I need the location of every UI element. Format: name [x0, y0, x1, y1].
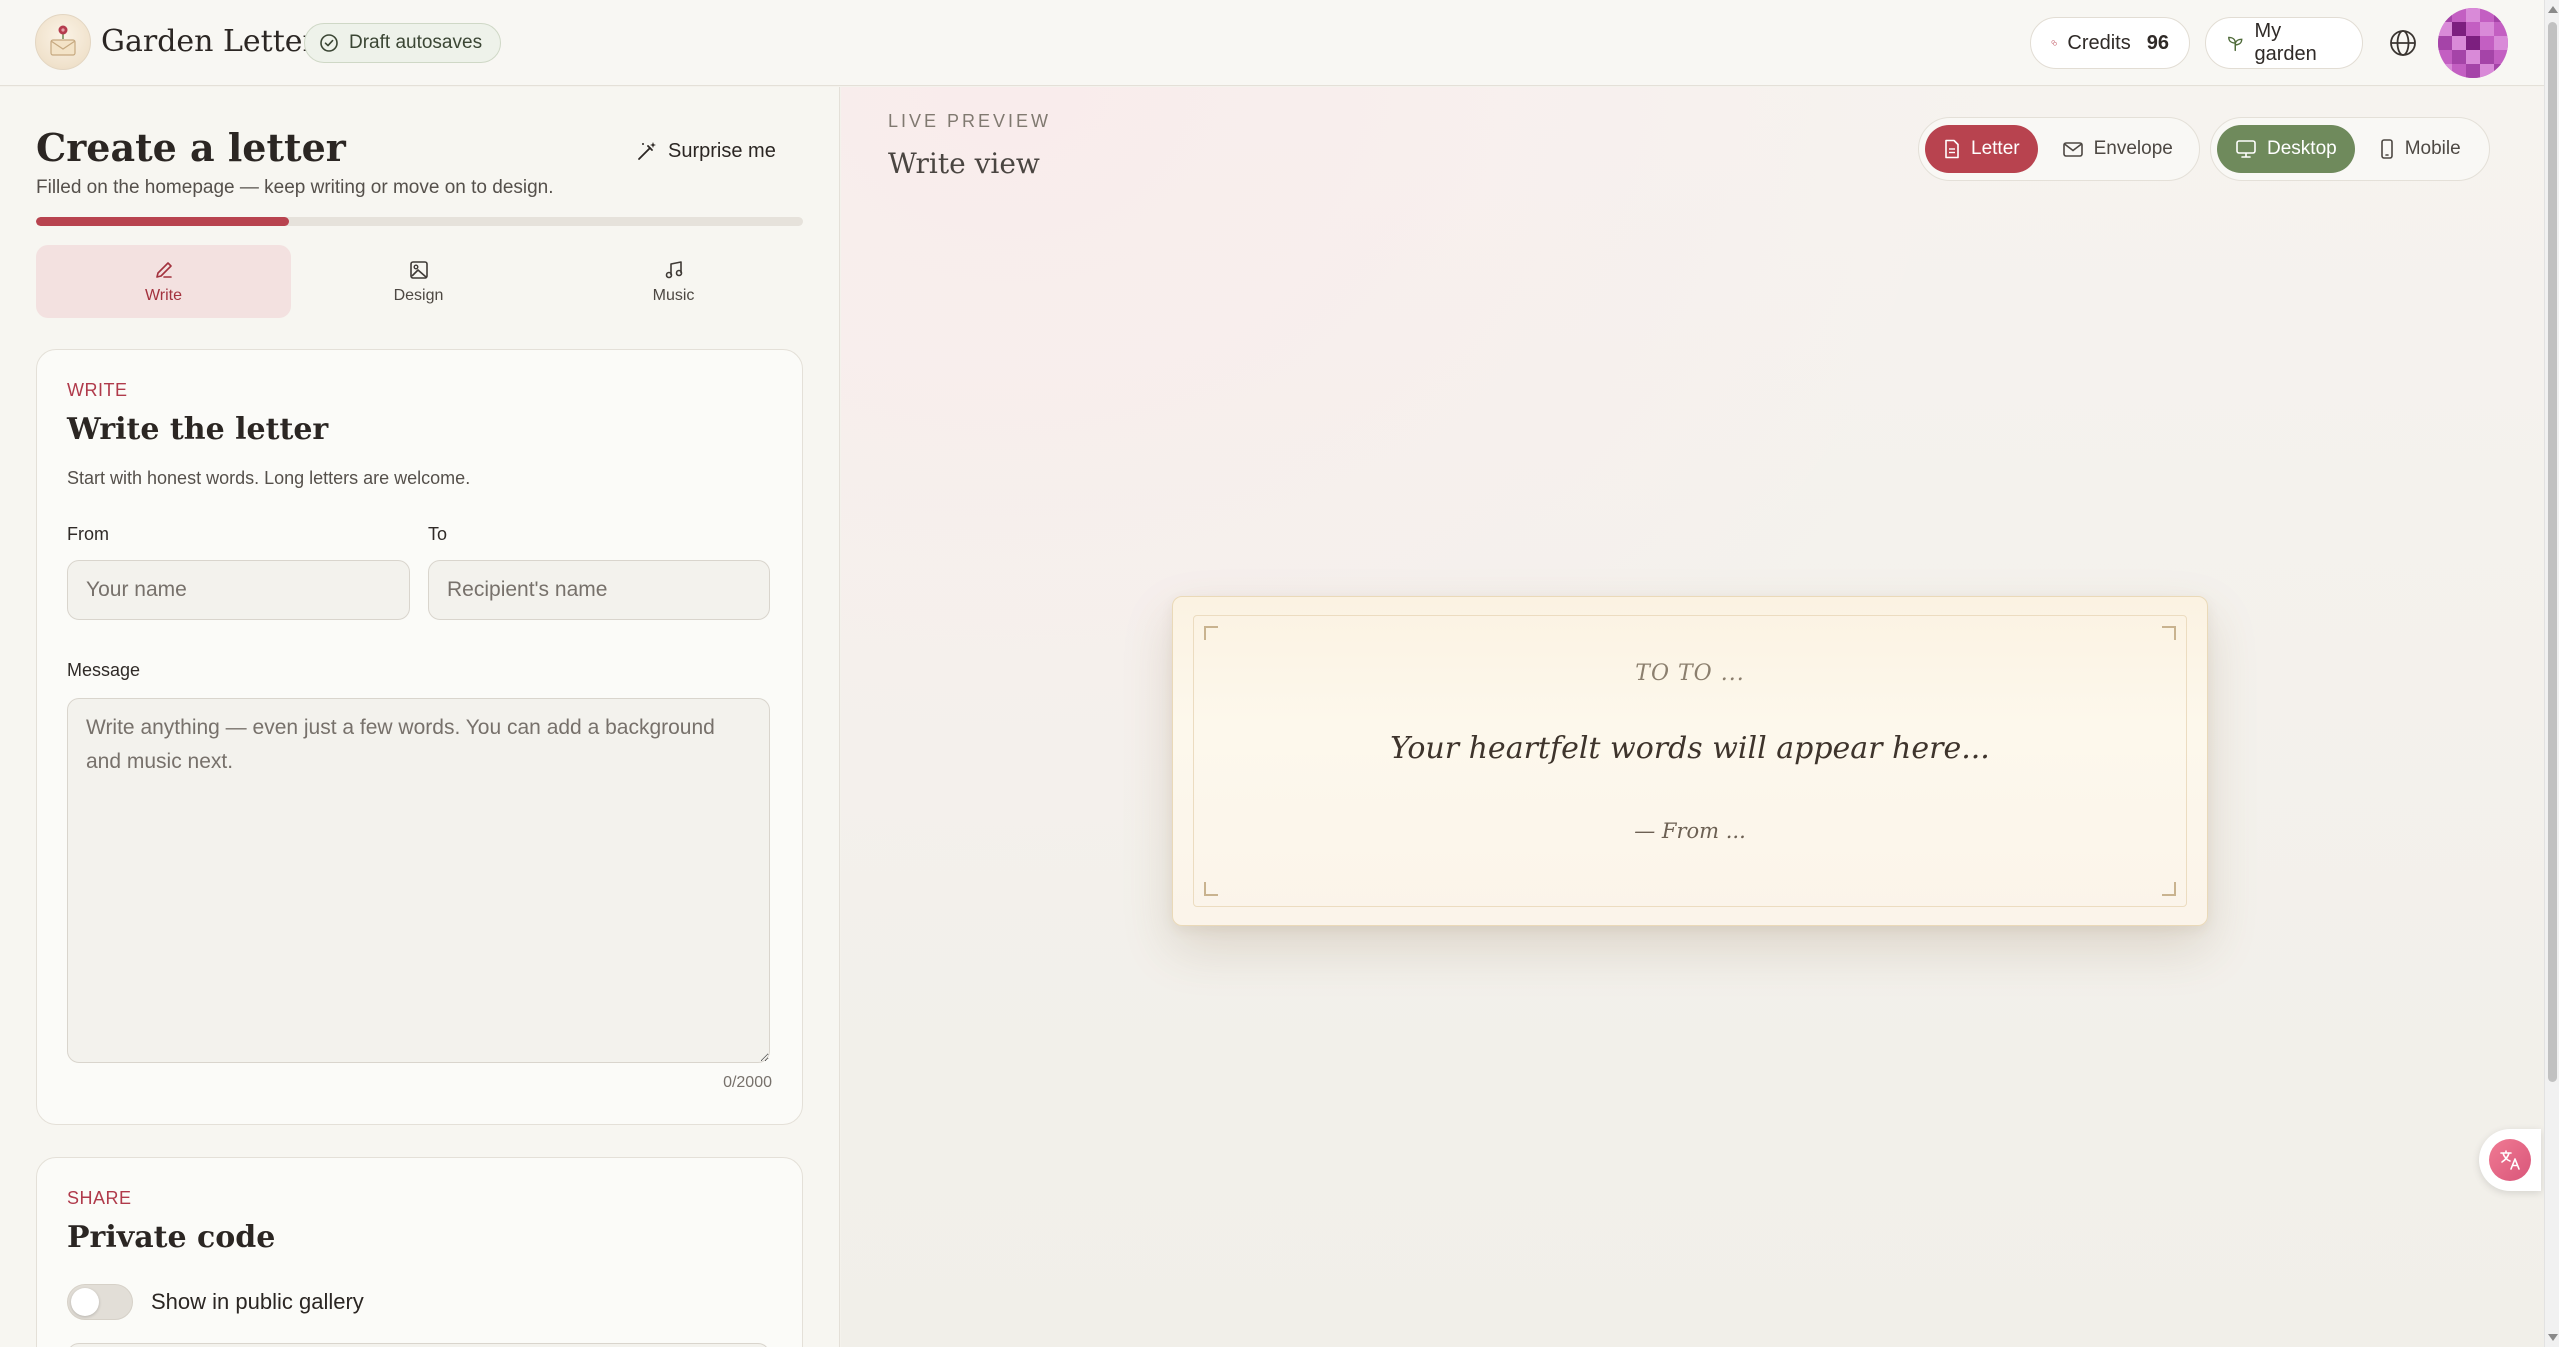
envelope-icon [2062, 142, 2083, 157]
device-toggle-group: Desktop Mobile [2210, 117, 2490, 181]
to-input[interactable] [428, 560, 770, 620]
user-avatar[interactable] [2438, 8, 2508, 78]
envelope-view-button[interactable]: Envelope [2044, 125, 2191, 173]
letter-sender: — From ... [1634, 819, 1746, 843]
top-header: Garden Letters Draft autosaves Credits 9… [0, 0, 2544, 86]
letter-preview-card: TO TO ... Your heartfelt words will appe… [1172, 596, 2208, 926]
write-card: WRITE Write the letter Start with honest… [36, 349, 803, 1125]
public-gallery-toggle[interactable] [67, 1284, 133, 1320]
editor-panel: Create a letter Filled on the homepage —… [0, 87, 840, 1347]
language-globe-icon[interactable] [2386, 26, 2420, 60]
scroll-up-arrow-icon[interactable] [2548, 6, 2558, 13]
surprise-me-label: Surprise me [668, 139, 776, 162]
image-icon [409, 260, 428, 279]
my-garden-button[interactable]: My garden [2205, 17, 2363, 69]
credits-button[interactable]: Credits 96 [2030, 17, 2190, 69]
letter-body: Your heartfelt words will appear here... [1390, 731, 1990, 766]
public-gallery-label: Show in public gallery [151, 1289, 364, 1314]
corner-ornament [1204, 882, 1218, 896]
corner-ornament [2162, 882, 2176, 896]
mobile-label: Mobile [2404, 138, 2461, 159]
tab-design[interactable]: Design [291, 245, 546, 318]
desktop-label: Desktop [2267, 138, 2337, 159]
live-preview-label: LIVE PREVIEW [888, 111, 1052, 131]
phone-icon [2380, 139, 2393, 159]
magic-wand-icon [638, 142, 656, 160]
tab-write-label: Write [144, 286, 183, 304]
music-note-icon [665, 260, 682, 278]
credits-value: 96 [2146, 31, 2169, 54]
to-label: To [428, 524, 448, 544]
sprout-icon [2228, 36, 2243, 52]
coins-icon [2051, 40, 2057, 46]
monitor-icon [2236, 140, 2256, 158]
logo-icon[interactable] [35, 14, 91, 70]
page-scrollbar[interactable] [2544, 0, 2559, 1347]
page-subtitle: Filled on the homepage — keep writing or… [36, 177, 554, 198]
progress-fill [36, 217, 290, 226]
document-icon [1945, 139, 1959, 159]
private-code-field[interactable] [67, 1343, 770, 1347]
editor-tabs: Write Design Music [36, 245, 803, 318]
my-garden-label: My garden [2254, 20, 2317, 65]
write-card-description: Start with honest words. Long letters ar… [67, 468, 471, 488]
message-label: Message [67, 660, 141, 680]
write-card-title: Write the letter [67, 412, 329, 447]
page-title: Create a letter [36, 125, 346, 170]
scroll-thumb[interactable] [2548, 22, 2557, 1082]
tab-music[interactable]: Music [546, 245, 801, 318]
translate-button[interactable] [2479, 1129, 2541, 1191]
brand-name[interactable]: Garden Letters [101, 24, 332, 59]
mobile-device-button[interactable]: Mobile [2361, 125, 2479, 173]
pencil-icon [155, 261, 172, 278]
letter-recipient: TO TO ... [1635, 661, 1745, 686]
check-circle-icon [320, 34, 338, 52]
message-textarea[interactable] [67, 698, 770, 1063]
tab-design-label: Design [393, 286, 444, 304]
draft-badge-label: Draft autosaves [349, 32, 483, 53]
translate-icon [2489, 1139, 2531, 1181]
surprise-me-button[interactable]: Surprise me [636, 131, 776, 171]
tab-music-label: Music [652, 286, 695, 304]
credits-label: Credits [2067, 31, 2131, 54]
corner-ornament [2162, 626, 2176, 640]
share-card: SHARE Private code Show in public galler… [36, 1157, 803, 1347]
desktop-device-button[interactable]: Desktop [2217, 125, 2355, 173]
progress-bar [36, 217, 803, 226]
letter-view-label: Letter [1971, 138, 2020, 159]
from-input[interactable] [67, 560, 410, 620]
share-eyebrow: SHARE [67, 1188, 132, 1208]
envelope-view-label: Envelope [2093, 138, 2173, 159]
write-eyebrow: WRITE [67, 380, 128, 400]
tab-write[interactable]: Write [36, 245, 291, 318]
share-card-title: Private code [67, 1220, 276, 1255]
corner-ornament [1204, 626, 1218, 640]
from-label: From [67, 524, 109, 544]
preview-view-title: Write view [888, 147, 1040, 180]
character-counter: 0/2000 [723, 1074, 772, 1091]
view-toggle-group: Letter Envelope [1918, 117, 2200, 181]
toggle-knob [71, 1288, 99, 1316]
live-preview-panel: LIVE PREVIEW Write view Letter Envelope [841, 87, 2544, 1347]
letter-view-button[interactable]: Letter [1925, 125, 2038, 173]
draft-autosave-badge: Draft autosaves [304, 23, 502, 63]
scroll-down-arrow-icon[interactable] [2548, 1334, 2558, 1341]
